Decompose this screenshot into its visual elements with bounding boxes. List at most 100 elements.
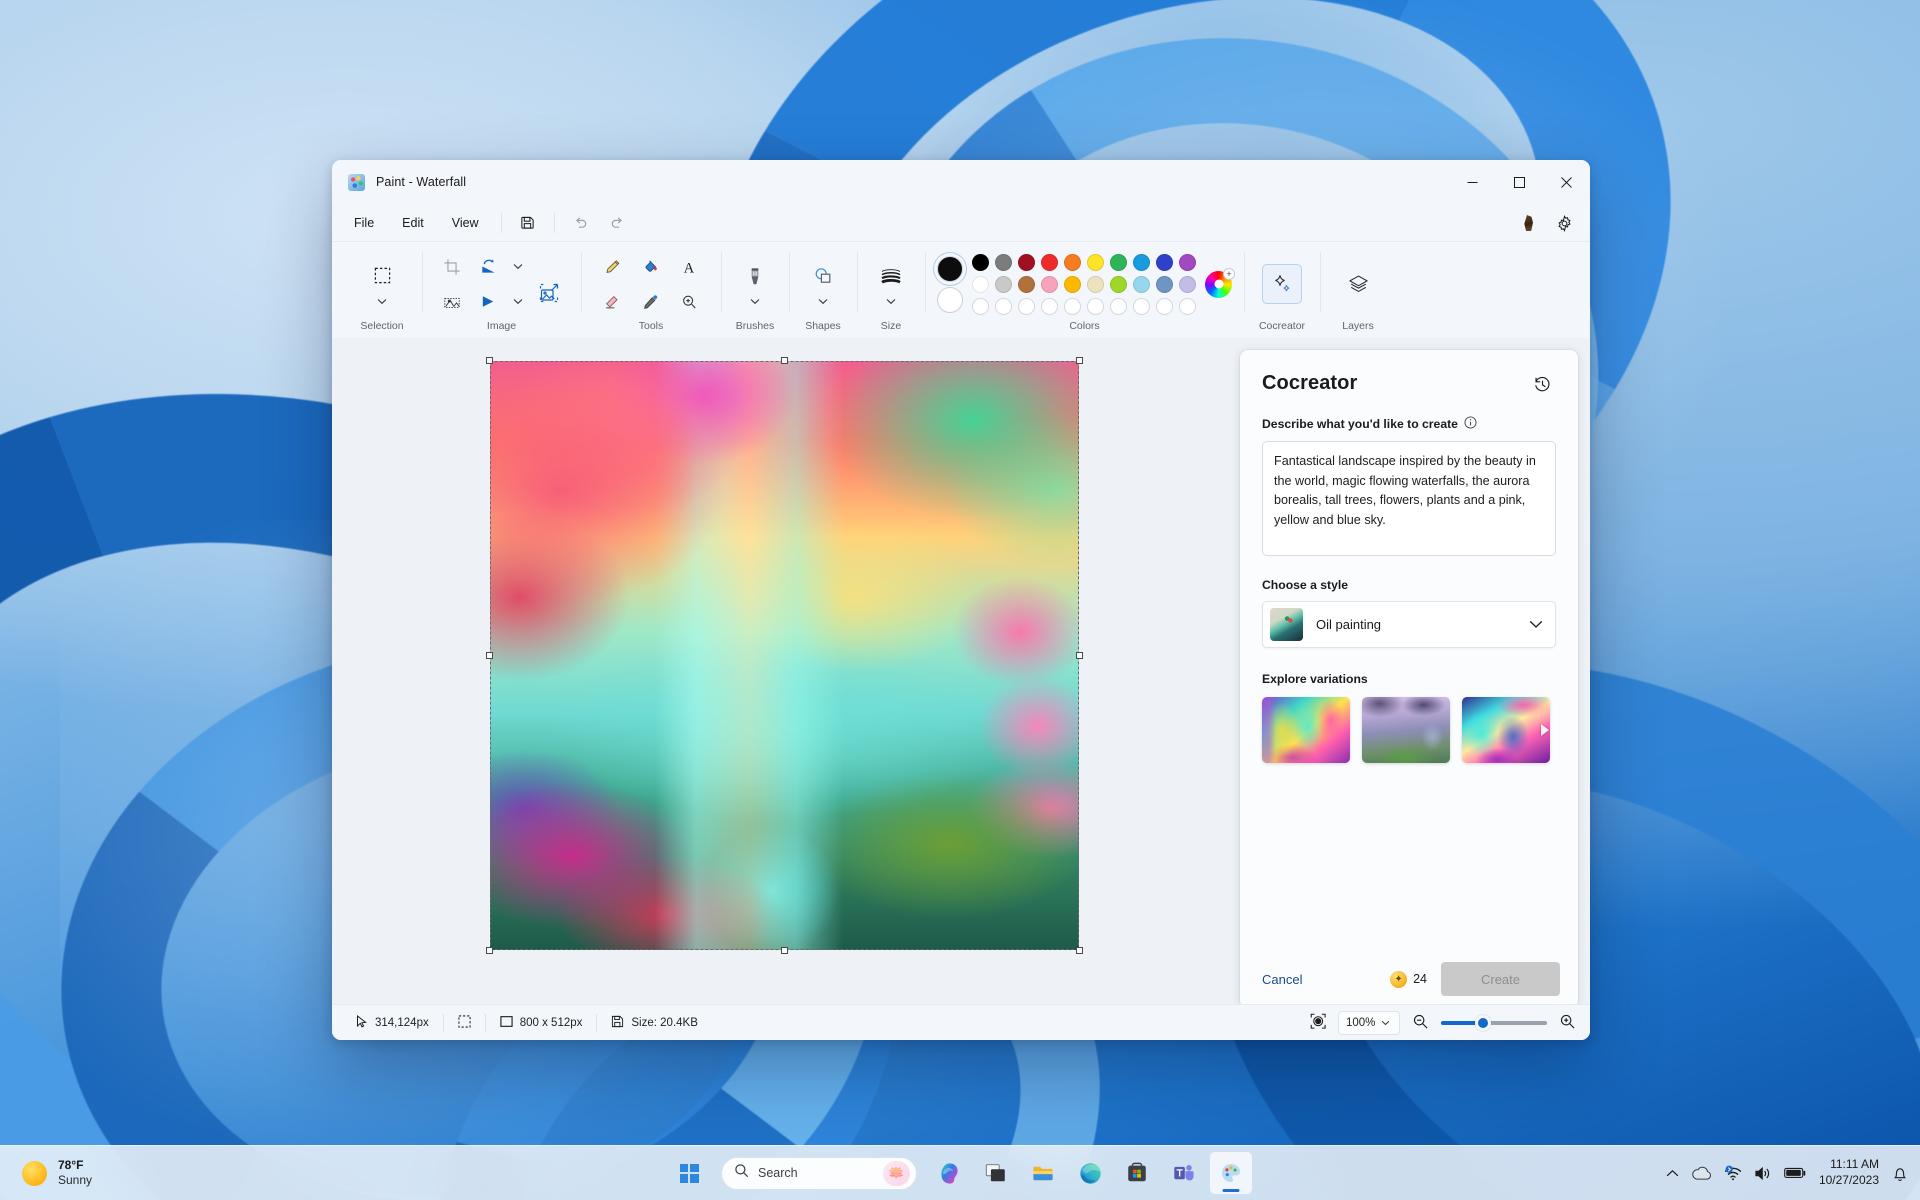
weather-widget[interactable]: 78°F Sunny bbox=[22, 1158, 92, 1188]
color-swatch-3-3[interactable] bbox=[1018, 297, 1035, 315]
color-swatch-2-5[interactable] bbox=[1064, 275, 1081, 293]
onedrive-icon[interactable] bbox=[1691, 1166, 1712, 1181]
rotate-chevron-down-icon[interactable] bbox=[507, 259, 529, 275]
copilot-icon[interactable] bbox=[928, 1152, 970, 1194]
color-swatch-3-2[interactable] bbox=[995, 297, 1012, 315]
style-dropdown[interactable]: Oil painting bbox=[1262, 601, 1556, 648]
variation-thumbnail-2[interactable] bbox=[1362, 697, 1450, 763]
volume-icon[interactable] bbox=[1754, 1166, 1772, 1181]
wifi-icon[interactable] bbox=[1724, 1165, 1742, 1181]
selection-handle-n[interactable] bbox=[781, 357, 788, 364]
task-view-icon[interactable] bbox=[975, 1152, 1017, 1194]
shapes-chevron-down-icon[interactable] bbox=[812, 294, 834, 310]
canvas-image[interactable] bbox=[490, 361, 1079, 950]
teams-icon[interactable] bbox=[1163, 1152, 1205, 1194]
next-arrow-icon[interactable] bbox=[1541, 724, 1549, 736]
cancel-button[interactable]: Cancel bbox=[1258, 966, 1306, 993]
chevron-down-icon[interactable] bbox=[1529, 616, 1543, 634]
start-button[interactable] bbox=[668, 1152, 710, 1194]
brushes-chevron-down-icon[interactable] bbox=[744, 294, 766, 310]
zoom-in-icon[interactable] bbox=[1559, 1013, 1576, 1033]
fill-tool-button[interactable] bbox=[633, 250, 669, 284]
color-swatch-2-9[interactable] bbox=[1156, 275, 1173, 293]
color-swatch-2-3[interactable] bbox=[1018, 275, 1035, 293]
selection-handle-ne[interactable] bbox=[1076, 357, 1083, 364]
rotate-button[interactable] bbox=[470, 250, 506, 284]
color-swatch-3-5[interactable] bbox=[1064, 297, 1081, 315]
create-button[interactable]: Create bbox=[1441, 962, 1560, 996]
show-hidden-icons-icon[interactable] bbox=[1666, 1169, 1679, 1178]
zoom-slider-knob[interactable] bbox=[1475, 1014, 1491, 1031]
brushes-button[interactable] bbox=[737, 259, 773, 293]
color-swatch-2-10[interactable] bbox=[1179, 275, 1196, 293]
color-swatch-3-10[interactable] bbox=[1179, 297, 1196, 315]
color-swatch-1-10[interactable] bbox=[1179, 253, 1196, 271]
color-swatch-3-6[interactable] bbox=[1087, 297, 1104, 315]
color-swatch-1-9[interactable] bbox=[1156, 253, 1173, 271]
notification-bell-icon[interactable] bbox=[1892, 1165, 1908, 1182]
variation-thumbnail-3[interactable] bbox=[1462, 697, 1550, 763]
menu-view[interactable]: View bbox=[440, 211, 491, 235]
color-swatch-2-7[interactable] bbox=[1110, 275, 1127, 293]
menu-edit[interactable]: Edit bbox=[390, 211, 436, 235]
taskbar-search[interactable]: Search 🪷 bbox=[721, 1156, 917, 1190]
secondary-color-swatch[interactable] bbox=[937, 286, 963, 313]
flip-chevron-down-icon[interactable] bbox=[507, 294, 529, 310]
transparent-selection-button[interactable] bbox=[434, 285, 470, 319]
layers-button[interactable] bbox=[1338, 264, 1378, 304]
cocreator-button[interactable] bbox=[1262, 264, 1302, 304]
undo-button[interactable] bbox=[565, 209, 597, 237]
maximize-button[interactable] bbox=[1496, 160, 1543, 204]
color-swatch-3-8[interactable] bbox=[1133, 297, 1150, 315]
color-swatch-1-7[interactable] bbox=[1110, 253, 1127, 271]
selection-handle-se[interactable] bbox=[1076, 947, 1083, 954]
fit-to-window-icon[interactable] bbox=[1310, 1013, 1326, 1032]
prompt-textarea[interactable]: Fantastical landscape inspired by the be… bbox=[1262, 441, 1556, 556]
pencil-tool-button[interactable] bbox=[595, 250, 631, 284]
selection-handle-e[interactable] bbox=[1076, 652, 1083, 659]
color-swatch-1-4[interactable] bbox=[1041, 253, 1058, 271]
color-swatch-1-1[interactable] bbox=[972, 253, 989, 271]
color-swatch-2-2[interactable] bbox=[995, 275, 1012, 293]
color-swatch-1-5[interactable] bbox=[1064, 253, 1081, 271]
minimize-button[interactable] bbox=[1449, 160, 1496, 204]
save-button[interactable] bbox=[512, 209, 544, 237]
color-swatch-3-9[interactable] bbox=[1156, 297, 1173, 315]
zoom-level-dropdown[interactable]: 100% bbox=[1338, 1010, 1400, 1035]
close-button[interactable] bbox=[1543, 160, 1590, 204]
color-picker-tool-button[interactable] bbox=[633, 285, 669, 319]
clock[interactable]: 11:11 AM 10/27/2023 bbox=[1819, 1157, 1879, 1188]
size-button[interactable] bbox=[873, 259, 909, 293]
color-swatch-3-7[interactable] bbox=[1110, 297, 1127, 315]
selection-handle-nw[interactable] bbox=[486, 357, 493, 364]
selection-handle-w[interactable] bbox=[486, 652, 493, 659]
info-icon[interactable] bbox=[1464, 416, 1477, 432]
profile-icon[interactable] bbox=[1524, 215, 1533, 231]
redo-button[interactable] bbox=[601, 209, 633, 237]
zoom-out-icon[interactable] bbox=[1412, 1013, 1429, 1033]
color-swatch-1-6[interactable] bbox=[1087, 253, 1104, 271]
color-swatch-2-8[interactable] bbox=[1133, 275, 1150, 293]
color-swatch-1-2[interactable] bbox=[995, 253, 1012, 271]
crop-button[interactable] bbox=[434, 250, 470, 284]
resize-image-button[interactable] bbox=[529, 274, 569, 312]
color-swatch-3-4[interactable] bbox=[1041, 297, 1058, 315]
color-swatch-1-3[interactable] bbox=[1018, 253, 1035, 271]
menu-file[interactable]: File bbox=[342, 211, 386, 235]
primary-color-swatch[interactable] bbox=[937, 255, 963, 282]
battery-icon[interactable] bbox=[1784, 1167, 1806, 1179]
flip-button[interactable] bbox=[470, 285, 506, 319]
canvas-selection[interactable] bbox=[486, 357, 1083, 954]
selection-handle-s[interactable] bbox=[781, 947, 788, 954]
microsoft-store-icon[interactable] bbox=[1116, 1152, 1158, 1194]
add-color-button[interactable]: + bbox=[1223, 267, 1235, 280]
selection-chevron-down-icon[interactable] bbox=[371, 294, 393, 310]
color-swatch-2-1[interactable] bbox=[972, 275, 989, 293]
color-swatch-2-4[interactable] bbox=[1041, 275, 1058, 293]
variation-thumbnail-1[interactable] bbox=[1262, 697, 1350, 763]
color-swatch-1-8[interactable] bbox=[1133, 253, 1150, 271]
eraser-tool-button[interactable] bbox=[595, 285, 631, 319]
rectangular-selection-button[interactable] bbox=[364, 259, 400, 293]
paint-icon[interactable] bbox=[1210, 1152, 1252, 1194]
magnifier-tool-button[interactable] bbox=[671, 285, 707, 319]
